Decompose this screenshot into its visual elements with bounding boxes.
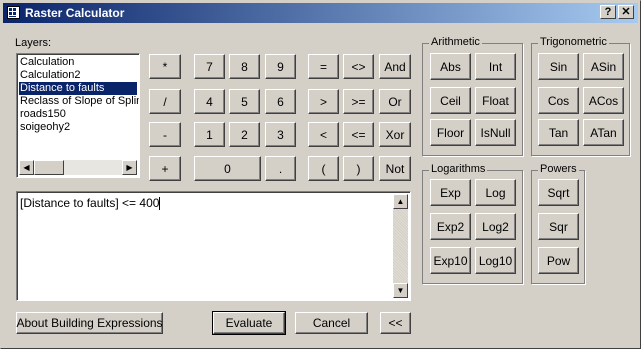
scroll-right-icon[interactable]: ▶ [122,160,137,175]
collapse-button[interactable]: << [380,312,411,334]
add-button[interactable]: + [149,156,181,181]
right-paren-button[interactable]: ) [343,156,374,181]
not-button[interactable]: Not [379,156,411,181]
layers-list[interactable]: Calculation Calculation2 Distance to fau… [16,53,140,178]
isnull-button[interactable]: IsNull [475,119,516,146]
window-title: Raster Calculator [25,6,125,20]
digit-0-button[interactable]: 0 [194,156,261,181]
vertical-scrollbar[interactable]: ▲ ▼ [393,194,408,298]
digit-4-button[interactable]: 4 [194,89,225,114]
raster-calculator-window: Raster Calculator ? ✕ Layers: Calculatio… [0,0,641,349]
pow-button[interactable]: Pow [538,247,579,274]
logarithms-label: Logarithms [429,163,488,175]
layers-label: Layers: [15,37,52,49]
log-button[interactable]: Log [475,179,516,206]
horizontal-scrollbar[interactable]: ◀ ▶ [19,160,137,175]
expression-input[interactable]: [Distance to faults] <= 400 ▲ ▼ [16,191,411,301]
ceil-button[interactable]: Ceil [430,87,471,114]
list-item[interactable]: Calculation2 [20,69,81,82]
and-button[interactable]: And [379,54,411,79]
arithmetic-label: Arithmetic [429,36,482,48]
digit-7-button[interactable]: 7 [194,54,225,79]
list-item-selected[interactable]: Distance to faults [19,82,137,95]
atan-button[interactable]: ATan [583,119,624,146]
digit-3-button[interactable]: 3 [265,122,296,147]
less-than-button[interactable]: < [308,122,339,147]
powers-label: Powers [538,163,579,175]
list-item[interactable]: Calculation [20,56,74,69]
digit-1-button[interactable]: 1 [194,122,225,147]
trigonometric-label: Trigonometric [538,36,609,48]
divide-button[interactable]: / [149,89,181,114]
evaluate-button[interactable]: Evaluate [212,311,286,335]
cancel-button[interactable]: Cancel [295,312,368,334]
float-button[interactable]: Float [475,87,516,114]
or-button[interactable]: Or [379,89,411,114]
help-button[interactable]: ? [600,5,616,19]
abs-button[interactable]: Abs [430,53,471,80]
sin-button[interactable]: Sin [538,53,579,80]
xor-button[interactable]: Xor [379,122,411,147]
exp-button[interactable]: Exp [430,179,471,206]
int-button[interactable]: Int [475,53,516,80]
subtract-button[interactable]: - [149,122,181,147]
log2-button[interactable]: Log2 [475,213,516,240]
digit-8-button[interactable]: 8 [229,54,260,79]
text-caret [159,197,161,211]
list-item[interactable]: Reclass of Slope of Splin [20,95,139,108]
left-paren-button[interactable]: ( [308,156,339,181]
scroll-down-icon[interactable]: ▼ [393,283,408,298]
cos-button[interactable]: Cos [538,87,579,114]
digit-6-button[interactable]: 6 [265,89,296,114]
title-bar: Raster Calculator ? ✕ [3,3,638,23]
scroll-up-icon[interactable]: ▲ [393,194,408,209]
acos-button[interactable]: ACos [583,87,624,114]
less-equal-button[interactable]: <= [343,122,374,147]
exp10-button[interactable]: Exp10 [430,247,471,274]
asin-button[interactable]: ASin [583,53,624,80]
list-item[interactable]: soigeohy2 [20,121,70,134]
digit-5-button[interactable]: 5 [229,89,260,114]
greater-equal-button[interactable]: >= [343,89,374,114]
scroll-thumb[interactable] [34,160,64,175]
floor-button[interactable]: Floor [430,119,471,146]
sqrt-button[interactable]: Sqrt [538,179,579,206]
exp2-button[interactable]: Exp2 [430,213,471,240]
list-item[interactable]: roads150 [20,108,66,121]
sqr-button[interactable]: Sqr [538,213,579,240]
multiply-button[interactable]: * [149,54,181,79]
expression-text: [Distance to faults] <= 400 [20,196,161,211]
calculator-icon [7,6,20,19]
close-button[interactable]: ✕ [618,5,634,19]
scroll-left-icon[interactable]: ◀ [19,160,34,175]
log10-button[interactable]: Log10 [475,247,516,274]
greater-than-button[interactable]: > [308,89,339,114]
equal-button[interactable]: = [308,54,339,79]
about-building-expressions-button[interactable]: About Building Expressions [16,312,163,334]
tan-button[interactable]: Tan [538,119,579,146]
digit-9-button[interactable]: 9 [265,54,296,79]
decimal-point-button[interactable]: . [265,156,296,181]
digit-2-button[interactable]: 2 [229,122,260,147]
not-equal-button[interactable]: <> [343,54,374,79]
